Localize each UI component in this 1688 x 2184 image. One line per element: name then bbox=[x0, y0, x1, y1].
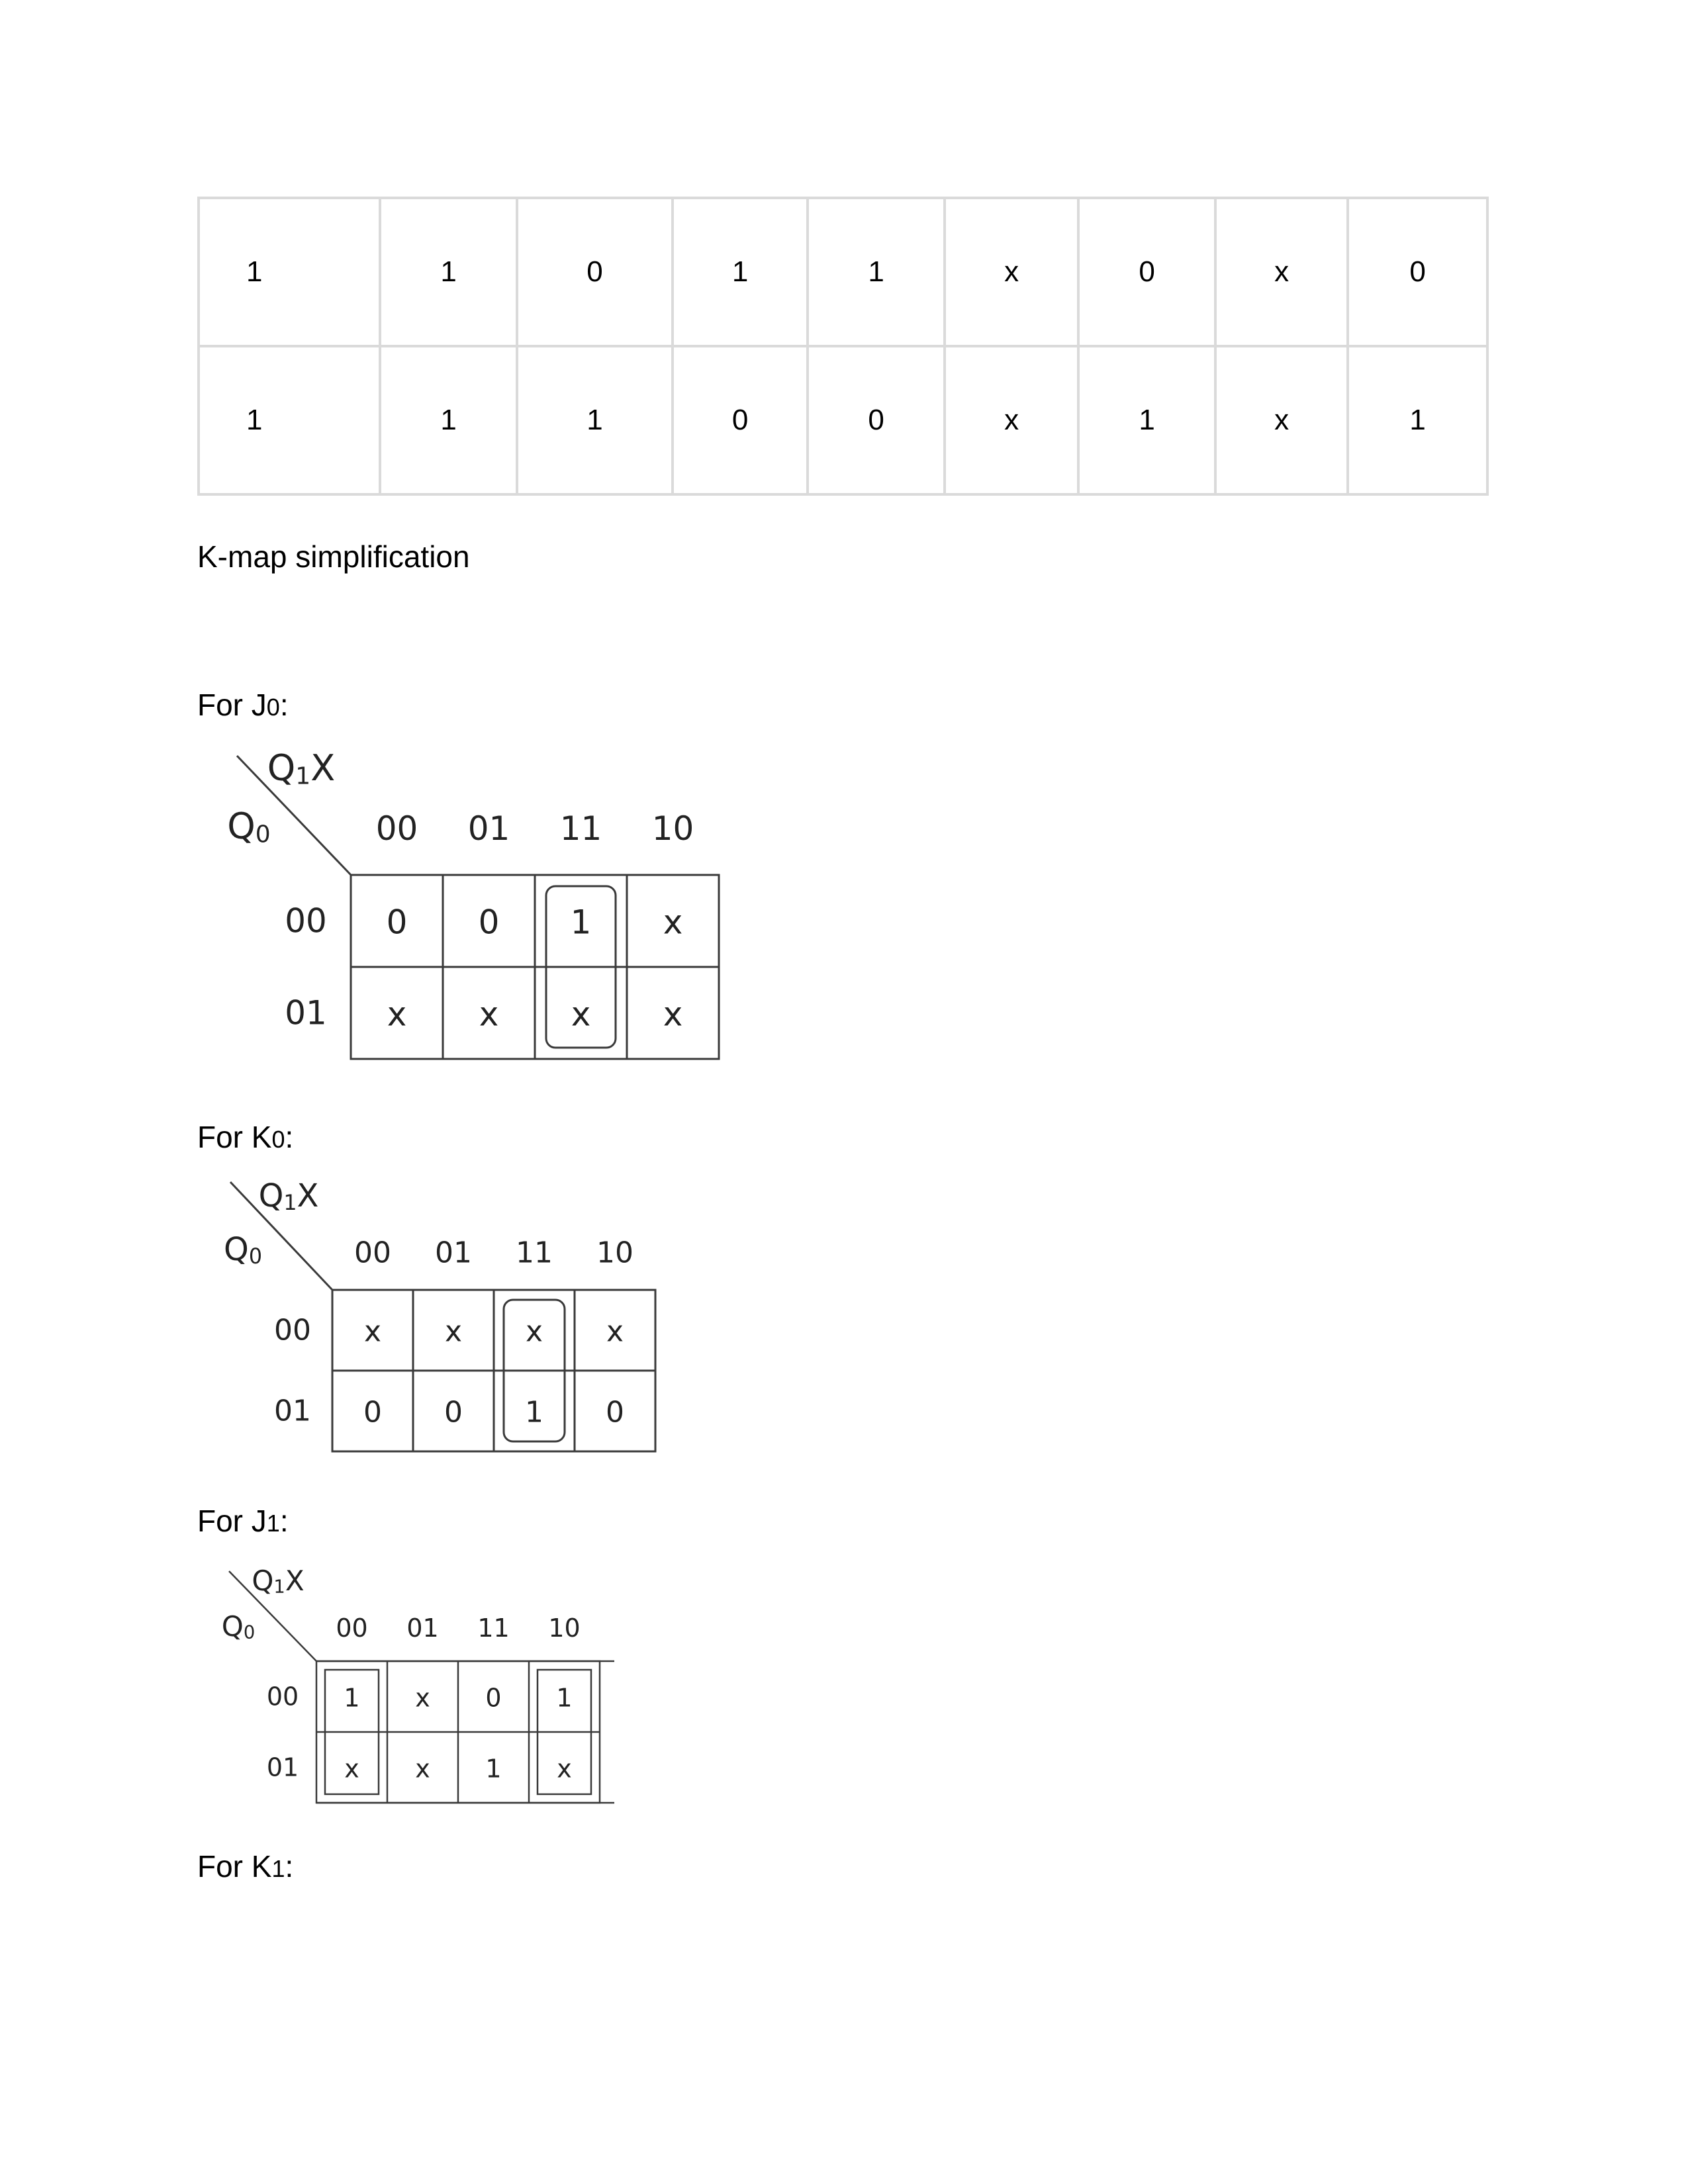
kmap-cell: 1 bbox=[571, 903, 592, 942]
kmap-col-label: 01 bbox=[406, 1614, 438, 1643]
kmap-cell: 0 bbox=[387, 903, 408, 942]
kmap-cell: x bbox=[557, 1754, 572, 1784]
kmap-col-label: 10 bbox=[548, 1614, 580, 1643]
kmap-j1: Q1XQ0 00 01 11 1000011 x 0 1x x 1 x bbox=[222, 1565, 614, 1804]
kmap-col-label: 11 bbox=[477, 1614, 509, 1643]
kmap-col-label: 01 bbox=[435, 1236, 472, 1270]
kmap-cell: 0 bbox=[444, 1396, 463, 1430]
kmap-cell: 0 bbox=[479, 903, 500, 942]
kmap-cell: x bbox=[415, 1684, 430, 1713]
kmap-cell: x bbox=[344, 1754, 359, 1784]
kmap-cell: 1 bbox=[556, 1684, 572, 1713]
kmap-cell: 1 bbox=[525, 1396, 543, 1430]
kmap-row-label: 00 bbox=[285, 902, 327, 940]
kmap-cell: 0 bbox=[485, 1684, 501, 1713]
kmap-cell: x bbox=[663, 995, 683, 1034]
kmap-row-label: 01 bbox=[285, 994, 327, 1032]
kmap-k0: Q1XQ0 00 01 11 100001x x x x0 0 1 0 bbox=[224, 1177, 657, 1453]
kmap-cell: 0 bbox=[363, 1396, 382, 1430]
kmap-cell: 1 bbox=[485, 1754, 501, 1784]
kmap-col-label: 01 bbox=[468, 809, 510, 848]
kmap-col-label: 00 bbox=[336, 1614, 367, 1643]
kmap-side-variable: Q0 bbox=[224, 1231, 262, 1269]
kmap-row-label: 00 bbox=[267, 1682, 299, 1711]
kmap-col-label: 10 bbox=[596, 1236, 633, 1270]
kmap-cell: x bbox=[445, 1315, 462, 1349]
kmap-col-label: 10 bbox=[652, 809, 694, 848]
kmap-row-label: 01 bbox=[274, 1394, 311, 1428]
kmap-top-variable: Q1X bbox=[259, 1177, 319, 1215]
kmap-cell: x bbox=[415, 1754, 430, 1784]
kmap-cell: 1 bbox=[344, 1684, 359, 1713]
kmap-cell: x bbox=[387, 995, 407, 1034]
kmap-cell: x bbox=[526, 1315, 543, 1349]
kmap-col-label: 11 bbox=[516, 1236, 553, 1270]
kmap-col-label: 00 bbox=[376, 809, 418, 848]
kmap-diagrams: Q1XQ0 00 01 11 1000010 0 1 xx x x xQ1XQ0 00 01 11 1000… bbox=[222, 747, 720, 1804]
kmap-row-label: 01 bbox=[267, 1753, 299, 1782]
kmap-row-label: 00 bbox=[274, 1314, 311, 1347]
kmap-side-variable: Q0 bbox=[222, 1610, 255, 1643]
kmap-col-label: 00 bbox=[354, 1236, 391, 1270]
kmap-cell: 0 bbox=[606, 1396, 624, 1430]
kmap-cell: x bbox=[663, 903, 683, 942]
kmap-cell: x bbox=[364, 1315, 381, 1349]
kmap-col-label: 11 bbox=[560, 809, 602, 848]
kmap-cell: x bbox=[479, 995, 499, 1034]
kmap-top-variable: Q1X bbox=[252, 1565, 304, 1598]
kmap-cell: x bbox=[571, 995, 591, 1034]
kmap-side-variable: Q0 bbox=[227, 805, 270, 848]
kmap-j0: Q1XQ0 00 01 11 1000010 0 1 xx x x x bbox=[227, 747, 720, 1060]
kmap-cell: x bbox=[606, 1315, 624, 1349]
kmap-top-variable: Q1X bbox=[267, 747, 335, 790]
